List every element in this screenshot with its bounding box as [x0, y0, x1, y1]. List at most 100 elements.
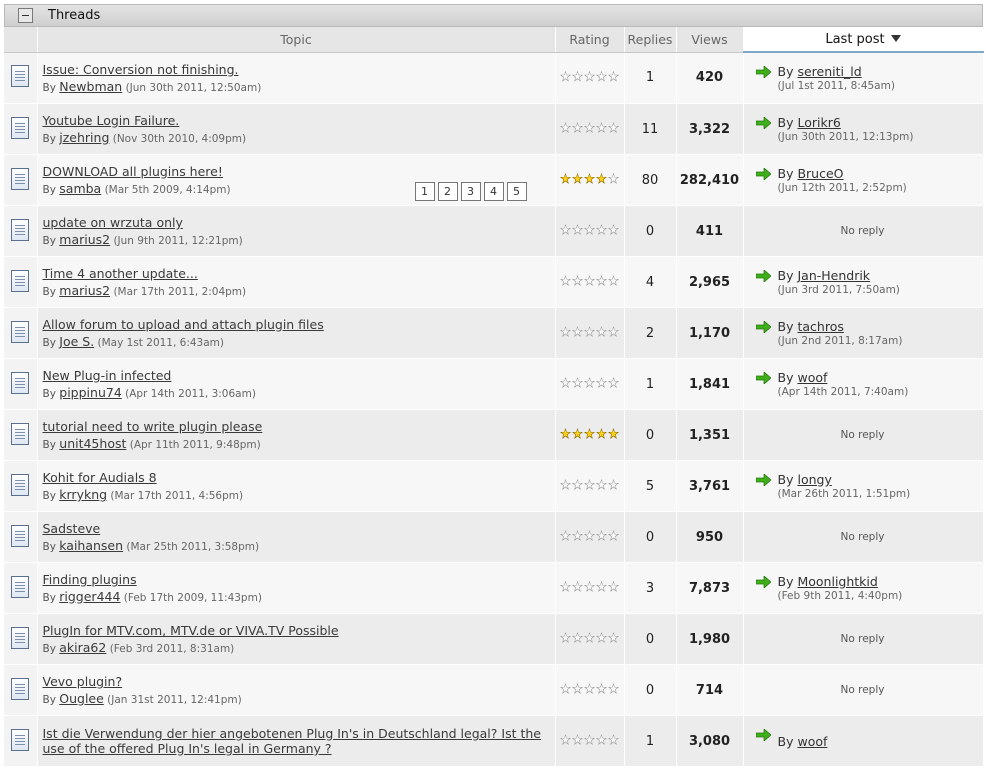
thread-document-icon — [11, 422, 30, 445]
thread-title-link[interactable]: DOWNLOAD all plugins here! — [43, 164, 551, 179]
rating-stars — [560, 530, 619, 541]
rating-stars — [560, 581, 619, 592]
thread-title-link[interactable]: Vevo plugin? — [43, 674, 551, 689]
thread-title-link[interactable]: tutorial need to write plugin please — [43, 419, 551, 434]
go-to-last-post-arrow-icon[interactable] — [755, 474, 771, 486]
rating-cell — [555, 205, 625, 257]
thread-author-link[interactable]: rigger444 — [59, 589, 120, 604]
topic-cell: Sadsteve By kaihansen (Mar 25th 2011, 3:5… — [37, 511, 556, 563]
star-icon — [584, 377, 595, 388]
last-post-cell: By Jan-Hendrik (Jun 3rd 2011, 7:50am) — [743, 256, 984, 308]
thread-title-link[interactable]: New Plug-in infected — [43, 368, 551, 383]
views-count: 950 — [676, 511, 744, 563]
thread-meta: By kaihansen (Mar 25th 2011, 3:58pm) — [43, 538, 551, 553]
star-icon — [596, 734, 607, 745]
last-post-author-link[interactable]: woof — [797, 370, 827, 385]
last-post-author-link[interactable]: woof — [797, 734, 827, 749]
table-row: DOWNLOAD all plugins here! By samba (Mar … — [4, 154, 984, 206]
thread-author-link[interactable]: jzehring — [59, 130, 109, 145]
star-icon — [572, 326, 583, 337]
last-post-by: By BruceO — [778, 166, 982, 181]
last-post-author-link[interactable]: Jan-Hendrik — [797, 268, 870, 283]
last-post-by: By Lorikr6 — [778, 115, 982, 130]
views-count: 3,080 — [676, 715, 744, 767]
go-to-last-post-arrow-icon[interactable] — [755, 372, 771, 384]
last-post-cell: By Lorikr6 (Jun 30th 2011, 12:13pm) — [743, 103, 984, 155]
header-last-post[interactable]: Last post — [743, 27, 984, 53]
collapse-toggle-icon[interactable] — [18, 8, 33, 23]
thread-author-link[interactable]: marius2 — [59, 232, 110, 247]
page-link[interactable]: 1 — [414, 182, 435, 201]
last-post-author-link[interactable]: tachros — [797, 319, 843, 334]
header-views[interactable]: Views — [676, 27, 744, 53]
star-icon — [608, 683, 619, 694]
thread-by-label: By — [42, 286, 56, 298]
header-rating[interactable]: Rating — [555, 27, 625, 53]
thread-title-link[interactable]: Allow forum to upload and attach plugin … — [43, 317, 551, 332]
thread-title-link[interactable]: Time 4 another update... — [43, 266, 551, 281]
views-count: 282,410 — [676, 154, 744, 206]
star-icon — [560, 70, 571, 82]
thread-author-link[interactable]: pippinu74 — [59, 385, 122, 400]
replies-count: 1 — [624, 358, 677, 410]
go-to-last-post-arrow-icon[interactable] — [755, 117, 771, 129]
go-to-last-post-arrow-icon[interactable] — [755, 168, 771, 180]
thread-by-label: By — [42, 694, 56, 706]
last-post-by: By longy — [778, 472, 982, 487]
thread-author-link[interactable]: samba — [59, 181, 101, 196]
last-post-author-link[interactable]: Moonlightkid — [797, 574, 877, 589]
page-link[interactable]: 2 — [437, 182, 458, 201]
thread-title-link[interactable]: update on wrzuta only — [43, 215, 551, 230]
rating-stars — [560, 275, 619, 286]
thread-author-link[interactable]: Ouglee — [59, 691, 104, 706]
last-post-author-link[interactable]: Lorikr6 — [797, 115, 840, 130]
rating-cell — [555, 664, 625, 716]
go-to-last-post-arrow-icon[interactable] — [755, 66, 771, 78]
threads-panel: Threads Topic Rating Replies Views Last … — [4, 4, 984, 767]
header-replies[interactable]: Replies — [624, 27, 677, 53]
star-icon — [608, 275, 619, 286]
thread-author-link[interactable]: kaihansen — [59, 538, 123, 553]
last-post-author-link[interactable]: longy — [797, 472, 831, 487]
thread-author-link[interactable]: Joe S. — [59, 334, 94, 349]
go-to-last-post-arrow-icon[interactable] — [755, 270, 771, 282]
go-to-last-post-arrow-icon[interactable] — [755, 576, 771, 588]
thread-author-link[interactable]: Newbman — [59, 79, 122, 94]
thread-by-label: By — [42, 592, 56, 604]
rating-cell — [555, 256, 625, 308]
page-link[interactable]: 5 — [506, 182, 527, 201]
replies-count: 0 — [624, 409, 677, 461]
page-link[interactable]: 3 — [460, 182, 481, 201]
last-post-by: By woof — [778, 734, 982, 749]
last-post-by-label: By — [777, 574, 794, 589]
thread-author-link[interactable]: krrykng — [59, 487, 107, 502]
topic-cell: Kohit for Audials 8 By krrykng (Mar 17th … — [37, 460, 556, 512]
thread-title-link[interactable]: Kohit for Audials 8 — [43, 470, 551, 485]
thread-author-link[interactable]: marius2 — [59, 283, 110, 298]
thread-title-link[interactable]: Sadsteve — [43, 521, 551, 536]
thread-title-link[interactable]: PlugIn for MTV.com, MTV.de or VIVA.TV Po… — [43, 623, 551, 638]
star-icon — [608, 70, 619, 82]
thread-title-link[interactable]: Ist die Verwendung der hier angebotenen … — [43, 726, 551, 756]
thread-title-link[interactable]: Youtube Login Failure. — [43, 113, 551, 128]
last-post-author-link[interactable]: BruceO — [797, 166, 843, 181]
threads-body: Issue: Conversion not finishing. By Newbm… — [4, 52, 984, 767]
thread-author-link[interactable]: akira62 — [59, 640, 106, 655]
star-icon — [608, 173, 619, 184]
thread-meta: By Ouglee (Jan 31st 2011, 12:41pm) — [43, 691, 551, 706]
last-post-author-link[interactable]: sereniti_ld — [797, 64, 861, 79]
star-icon — [560, 224, 571, 235]
go-to-last-post-arrow-icon[interactable] — [755, 321, 771, 333]
header-topic[interactable]: Topic — [37, 27, 556, 53]
star-icon — [572, 479, 583, 490]
star-icon — [596, 326, 607, 337]
thread-document-icon — [11, 473, 30, 496]
rating-stars — [560, 734, 619, 745]
thread-title-link[interactable]: Finding plugins — [43, 572, 551, 587]
page-link[interactable]: 4 — [483, 182, 504, 201]
go-to-last-post-arrow-icon[interactable] — [755, 729, 771, 741]
thread-title-link[interactable]: Issue: Conversion not finishing. — [43, 62, 551, 77]
star-icon — [560, 173, 571, 184]
thread-author-link[interactable]: unit45host — [59, 436, 126, 451]
topic-cell: Vevo plugin? By Ouglee (Jan 31st 2011, 12… — [37, 664, 556, 716]
